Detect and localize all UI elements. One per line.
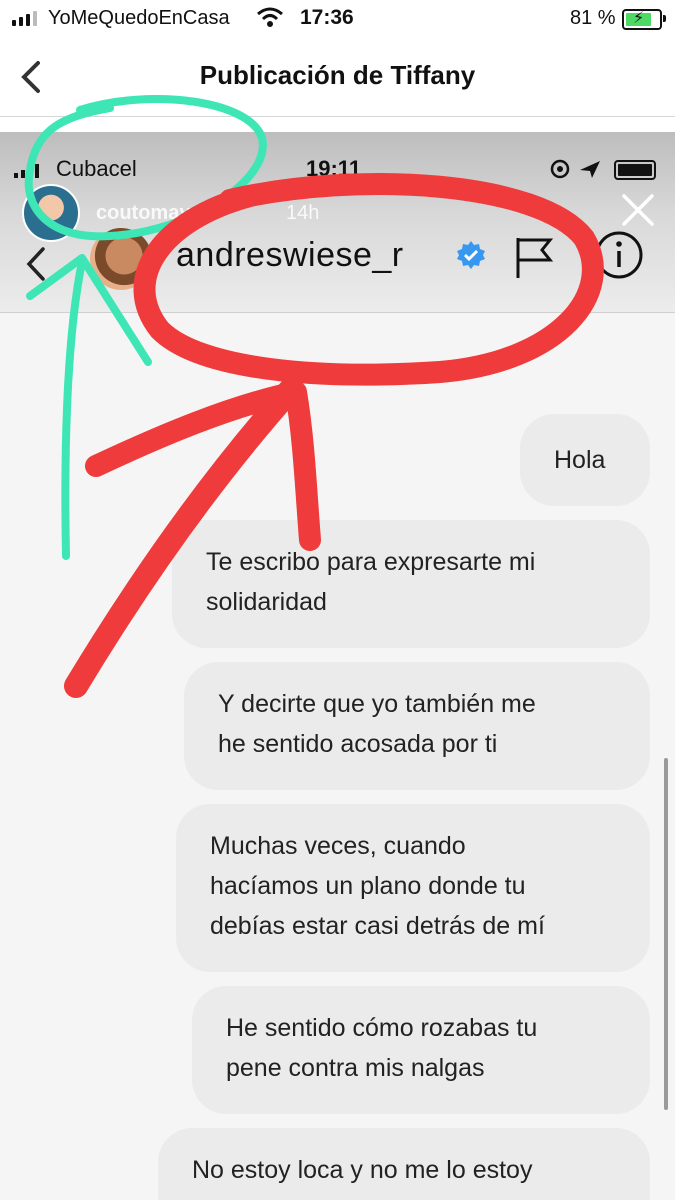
scrollbar[interactable] [664,758,668,1110]
message-text: Hola [554,446,606,474]
nav-header: Publicación de Tiffany [0,38,675,117]
message-bubble: Hola [520,414,650,506]
message-text: Muchas veces, cuando [210,832,466,860]
wifi-icon [257,7,283,27]
flag-icon[interactable] [514,236,554,280]
message-bubble: Muchas veces, cuando hacíamos un plano d… [176,804,650,972]
signal-icon [12,10,42,26]
chevron-left-icon[interactable] [24,246,48,282]
status-bar: YoMeQuedoEnCasa 17:36 81 % ⚡ [0,0,675,38]
location-icon [550,159,600,179]
carrier-name: YoMeQuedoEnCasa [48,7,230,29]
info-icon[interactable] [594,230,644,280]
message-text: Te escribo para expresarte mi [206,548,536,576]
battery-percent: 81 % [570,7,616,29]
message-text: he sentido acosada por ti [218,730,498,758]
story-header: Cubacel 19:11 coutomay... 14h andreswies… [0,132,675,313]
message-bubble: He sentido cómo rozabas tu pene contra m… [192,986,650,1114]
battery-icon: ⚡ [622,9,666,30]
embedded-screenshot: Cubacel 19:11 coutomay... 14h andreswies… [0,132,675,1200]
embedded-time: 19:11 [306,156,362,181]
verified-badge-icon [457,241,485,269]
chat-username[interactable]: andreswiese_r [176,236,404,275]
embedded-carrier: Cubacel [56,156,137,181]
message-bubble: Y decirte que yo también me he sentido a… [184,662,650,790]
message-text: debías estar casi detrás de mí [210,912,545,940]
chat-header: andreswiese_r [0,216,675,313]
battery-icon [614,160,656,180]
message-text: He sentido cómo rozabas tu [226,1014,538,1042]
message-text: Y decirte que yo también me [218,690,536,718]
page-title: Publicación de Tiffany [199,60,476,90]
message-bubble: Te escribo para expresarte mi solidarida… [172,520,650,648]
avatar[interactable] [90,228,152,290]
message-bubble: No estoy loca y no me lo estoy inventand… [158,1128,650,1200]
signal-icon [14,164,44,178]
message-text: solidaridad [206,588,327,616]
message-text: pene contra mis nalgas [226,1054,485,1082]
message-text: No estoy loca y no me lo estoy [192,1156,533,1184]
message-text: inventando [192,1190,314,1200]
message-text: hacíamos un plano donde tu [210,872,526,900]
status-time: 17:36 [300,6,354,29]
